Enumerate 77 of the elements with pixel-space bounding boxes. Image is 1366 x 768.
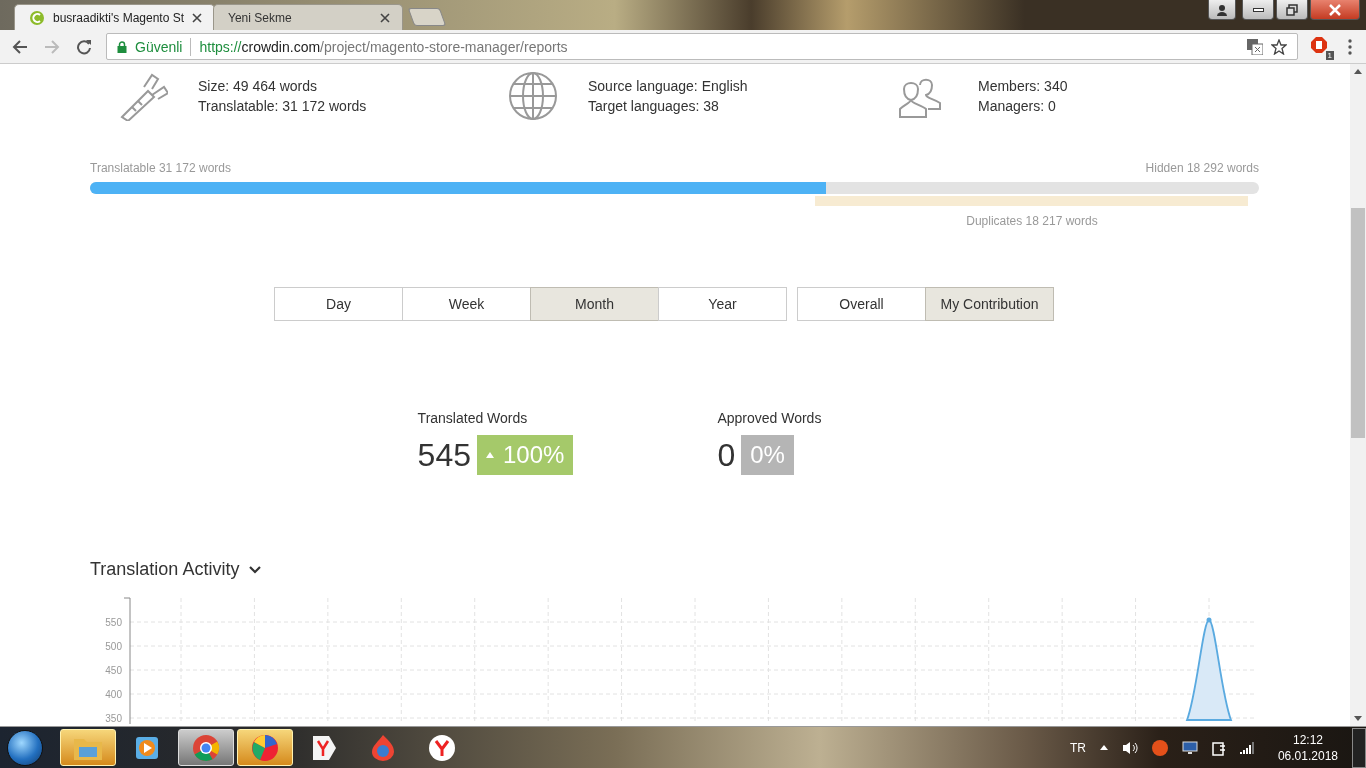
browser-tab[interactable]: Yeni Sekme [213, 4, 404, 30]
security-label: Güvenli [135, 38, 183, 55]
flame-icon [370, 733, 396, 762]
star-icon[interactable] [1271, 38, 1287, 55]
metric-label: Approved Words [717, 410, 822, 426]
tray-arrow-icon[interactable] [1099, 745, 1108, 750]
tab-title: busraadikti's Magento St [53, 10, 185, 25]
tick-label: 400 [105, 688, 122, 700]
metric-value: 545 [417, 436, 471, 474]
tick-label: 450 [105, 664, 122, 676]
tick-label: 350 [105, 712, 122, 724]
flag-y-icon [310, 733, 338, 762]
close-icon[interactable] [380, 12, 391, 23]
person-icon [1216, 3, 1228, 16]
minimize-icon [1252, 7, 1264, 12]
stat-text: Source language: English [588, 78, 748, 94]
tab-title: Yeni Sekme [228, 10, 293, 25]
clock-date: 06.01.2018 [1277, 748, 1338, 763]
metric-value: 0 [717, 436, 736, 474]
extension-badge: 1 [1325, 50, 1334, 60]
lock-icon [117, 40, 127, 53]
close-icon [1328, 3, 1342, 16]
monitor-icon[interactable] [1181, 740, 1198, 755]
close-button[interactable] [1310, 0, 1360, 20]
scrollbar[interactable] [1350, 64, 1366, 726]
clock[interactable]: 12:12 06.01.2018 [1277, 732, 1338, 763]
view-tab[interactable]: Overall [797, 287, 926, 321]
close-icon[interactable] [192, 12, 203, 23]
scroll-up-icon[interactable] [1354, 69, 1362, 74]
speaker-icon[interactable] [1121, 740, 1138, 755]
translatable-label: Translatable 31 172 words [90, 161, 231, 175]
section-title: Translation Activity [90, 559, 240, 580]
browser-tab[interactable]: busraadikti's Magento St [14, 4, 216, 30]
url-text: https://crowdin.com/project/magento-store-manager/reports [199, 38, 568, 55]
view-tab[interactable]: My Contribution [925, 287, 1054, 321]
user-button[interactable] [1208, 0, 1236, 20]
play-icon [134, 734, 160, 761]
period-tab[interactable]: Week [402, 287, 531, 321]
language-indicator[interactable]: TR [1069, 740, 1086, 755]
crowdin-logo-icon [29, 9, 45, 26]
stat-text: Target languages: 38 [588, 98, 720, 114]
stat-text: Managers: 0 [978, 98, 1057, 114]
globe-icon [508, 71, 558, 121]
octagon-icon [1310, 35, 1328, 54]
change-badge: 0% [741, 435, 794, 475]
clock-time: 12:12 [1292, 732, 1323, 747]
stat-text: Members: 340 [978, 78, 1068, 94]
menu-icon[interactable] [1348, 38, 1352, 55]
reload-icon[interactable] [76, 38, 92, 55]
stat-text: Translatable: 31 172 words [198, 98, 367, 114]
calipers-icon [118, 71, 168, 121]
restore-icon [1286, 3, 1298, 16]
address-bar[interactable]: Güvenli https://crowdin.com/project/magento-store-manager/reports [106, 33, 1298, 60]
tray-app-icon[interactable] [1151, 739, 1168, 756]
scroll-down-icon[interactable] [1354, 716, 1362, 721]
duplicates-label: Duplicates 18 217 words [965, 214, 1099, 228]
back-icon[interactable] [12, 38, 28, 55]
change-badge: 100% [477, 435, 574, 475]
signal-icon[interactable] [1239, 741, 1254, 754]
period-tab[interactable]: Year [658, 287, 787, 321]
show-desktop-button[interactable] [1352, 727, 1366, 768]
restore-button[interactable] [1276, 0, 1308, 20]
chevron-down-icon[interactable] [249, 565, 262, 574]
translate-icon[interactable] [1247, 38, 1263, 55]
tick-label: 550 [105, 616, 122, 628]
stat-text: Size: 49 464 words [198, 78, 319, 94]
chrome-icon [192, 733, 220, 762]
period-tab[interactable]: Day [274, 287, 403, 321]
tick-label: 500 [105, 640, 122, 652]
up-arrow-icon [486, 452, 494, 458]
metric-label: Translated Words [417, 410, 529, 426]
period-tab[interactable]: Month [530, 287, 659, 321]
circle-y-icon [428, 733, 456, 762]
minimize-button[interactable] [1242, 0, 1274, 20]
hidden-label: Hidden 18 292 words [1145, 161, 1259, 175]
ball-icon [251, 733, 279, 762]
scroll-thumb[interactable] [1351, 208, 1365, 438]
